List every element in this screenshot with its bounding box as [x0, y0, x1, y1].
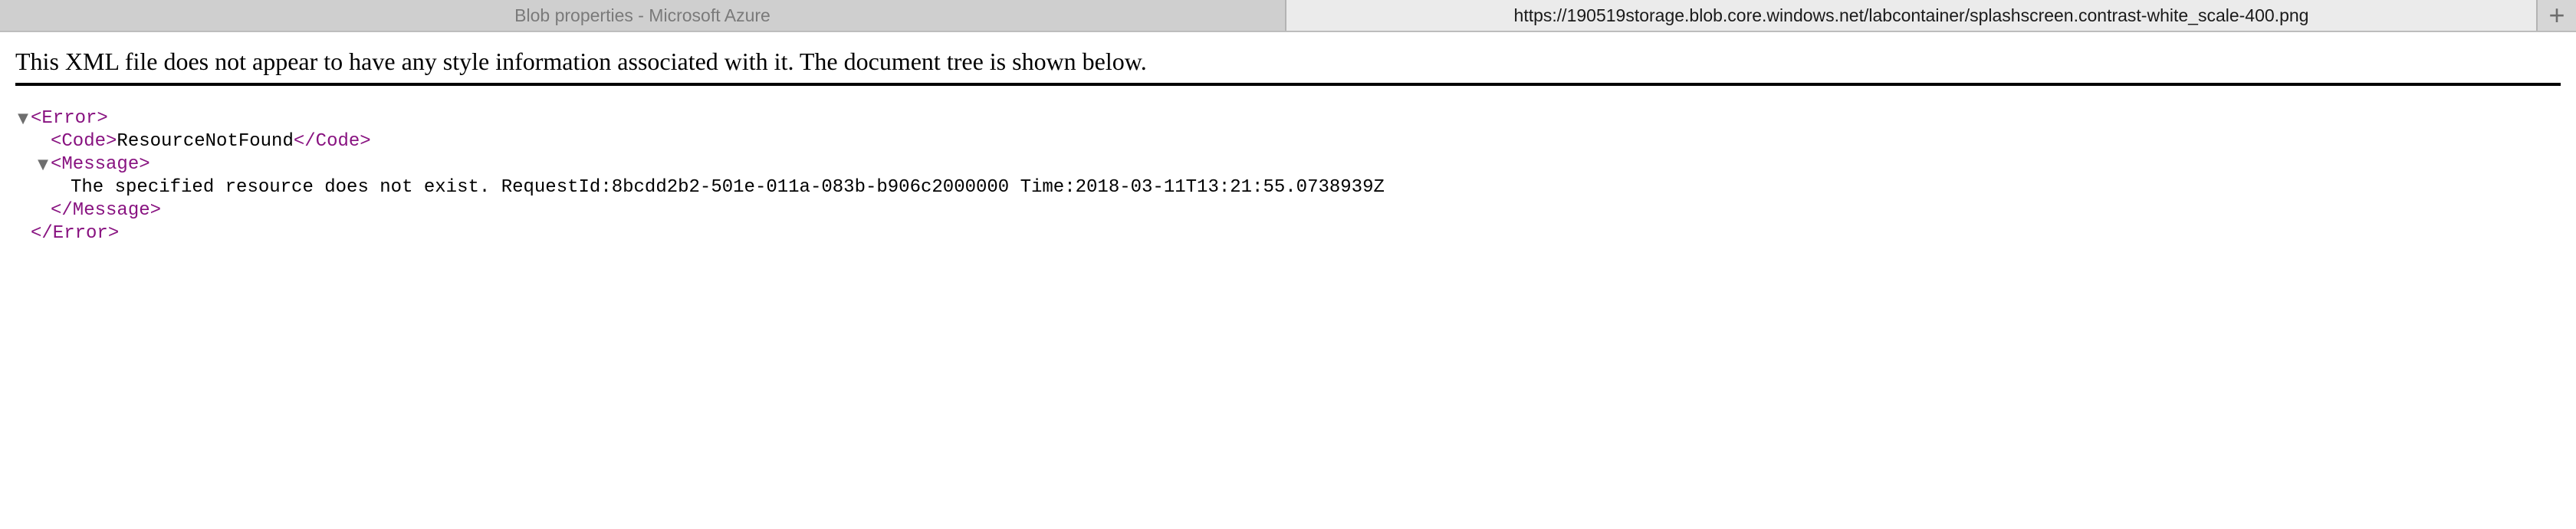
collapse-triangle-icon[interactable]: ▼: [35, 153, 51, 176]
tab-blob-properties[interactable]: Blob properties - Microsoft Azure: [0, 0, 1286, 31]
tab-title: https://190519storage.blob.core.windows.…: [1513, 5, 2309, 25]
xml-code-value: ResourceNotFound: [117, 131, 294, 152]
xml-code-close-tag: </Code>: [293, 131, 371, 152]
new-tab-button[interactable]: +: [2538, 0, 2576, 31]
xml-message-value: The specified resource does not exist. R…: [71, 177, 1385, 198]
xml-error-open-tag: <Error>: [31, 108, 108, 129]
tab-title: Blob properties - Microsoft Azure: [514, 5, 770, 25]
xml-code-open-tag: <Code>: [51, 131, 117, 152]
collapse-triangle-icon[interactable]: ▼: [15, 107, 31, 130]
xml-error-close-tag: </Error>: [31, 223, 120, 244]
notice-divider: [15, 83, 2561, 86]
xml-message-open-tag: <Message>: [51, 154, 150, 175]
tab-blob-url[interactable]: https://190519storage.blob.core.windows.…: [1286, 0, 2538, 31]
xml-style-notice: This XML file does not appear to have an…: [15, 48, 1147, 75]
xml-message-close-tag: </Message>: [51, 200, 162, 221]
browser-tab-bar: Blob properties - Microsoft Azure https:…: [0, 0, 2576, 32]
plus-icon: +: [2548, 0, 2565, 31]
